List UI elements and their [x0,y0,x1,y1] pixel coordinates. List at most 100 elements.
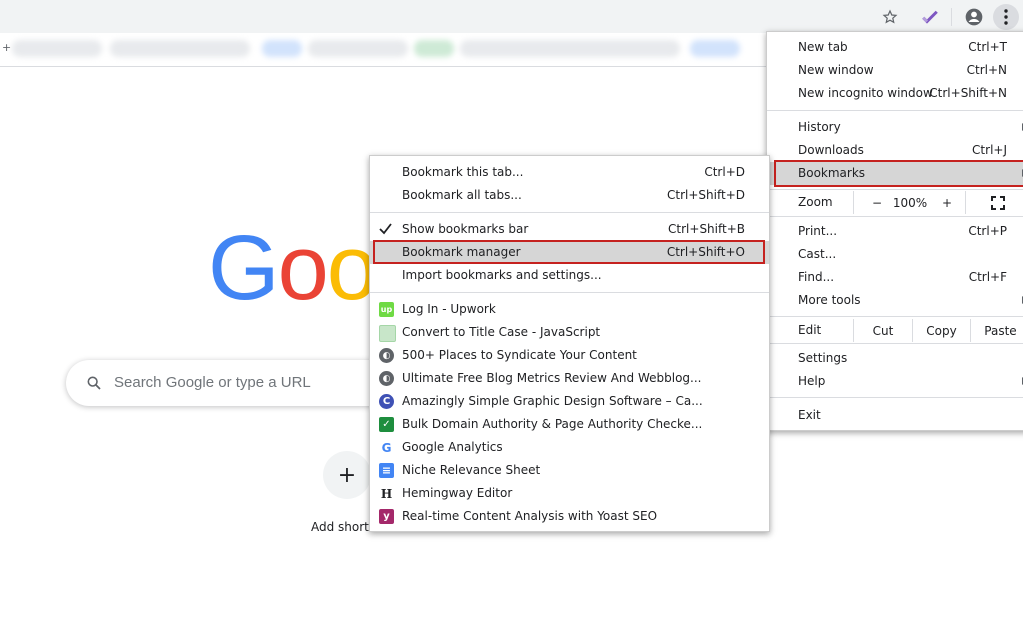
bookmark-item[interactable]: ◐ Ultimate Free Blog Metrics Review And … [370,367,769,390]
bookmarks-bar-edge: + [2,41,12,54]
menu-item-new-window[interactable]: New window Ctrl+N [767,59,1023,82]
menu-item-downloads[interactable]: Downloads Ctrl+J [767,139,1023,162]
menu-item-bookmark-all-tabs[interactable]: Bookmark all tabs... Ctrl+Shift+D [370,184,769,207]
menu-item-shortcut: Ctrl+J [972,143,1007,157]
blurred-bookmark[interactable] [110,40,250,57]
menu-item-label: Cast... [798,247,837,261]
plus-icon: + [337,462,357,488]
bookmark-label: Log In - Upwork [402,302,496,316]
browser-toolbar [0,0,1023,33]
extension-check-icon[interactable] [917,4,943,30]
menu-item-more-tools[interactable]: More tools [767,289,1023,312]
menu-item-shortcut: Ctrl+N [966,63,1007,77]
menu-item-shortcut: Ctrl+P [968,224,1007,238]
menu-item-label: Bookmark all tabs... [402,188,522,202]
chrome-main-menu: New tab Ctrl+T New window Ctrl+N New incog… [766,31,1023,431]
menu-item-settings[interactable]: Settings [767,347,1023,370]
menu-separator [767,189,1023,190]
menu-item-label: Find... [798,270,835,284]
kebab-menu-icon[interactable] [993,4,1019,30]
globe-icon: ◐ [379,371,394,386]
account-circle-icon[interactable] [961,4,987,30]
menu-item-exit[interactable]: Exit [767,404,1023,427]
edit-label: Edit [798,323,822,337]
bookmark-item[interactable]: ≡ Niche Relevance Sheet [370,459,769,482]
blurred-bookmark[interactable] [308,40,408,57]
menu-item-history[interactable]: History [767,116,1023,139]
menu-item-label: Import bookmarks and settings... [402,268,602,282]
menu-separator [370,212,769,213]
bookmark-label: Bulk Domain Authority & Page Authority C… [402,417,703,431]
highlight-box-bookmarks [774,160,1023,187]
menu-row-edit: Edit Cut Copy Paste [767,319,1023,342]
menu-item-label: Exit [798,408,821,422]
sheet-icon: ≡ [379,463,394,478]
menu-item-new-incognito[interactable]: New incognito window Ctrl+Shift+N [767,82,1023,105]
bookmark-label: Niche Relevance Sheet [402,463,541,477]
zoom-in-button[interactable]: + [931,191,963,214]
menu-item-label: History [798,120,841,134]
menu-item-new-tab[interactable]: New tab Ctrl+T [767,36,1023,59]
zoom-minus-icon: − [871,195,883,210]
menu-item-print[interactable]: Print... Ctrl+P [767,220,1023,243]
paste-label: Paste [984,323,1017,338]
menu-separator [767,397,1023,398]
bookmark-item[interactable]: C Amazingly Simple Graphic Design Softwa… [370,390,769,413]
upwork-icon: up [379,302,394,317]
menu-item-show-bookmarks-bar[interactable]: Show bookmarks bar Ctrl+Shift+B [370,218,769,241]
zoom-level: 100% [889,191,931,214]
blurred-bookmark[interactable] [414,40,454,57]
bookmark-item[interactable]: ✓ Bulk Domain Authority & Page Authority… [370,413,769,436]
star-icon[interactable] [877,4,903,30]
menu-item-bookmark-tab[interactable]: Bookmark this tab... Ctrl+D [370,161,769,184]
bookmark-item[interactable]: y Real-time Content Analysis with Yoast … [370,505,769,528]
menu-item-shortcut: Ctrl+F [968,270,1007,284]
menu-item-shortcut: Ctrl+Shift+N [929,86,1007,100]
blurred-bookmark[interactable] [12,40,102,57]
menu-separator [767,110,1023,111]
menu-item-label: New incognito window [798,86,933,100]
bookmark-label: Amazingly Simple Graphic Design Software… [402,394,703,408]
bookmark-label: Real-time Content Analysis with Yoast SE… [402,509,658,523]
menu-item-shortcut: Ctrl+Shift+D [667,188,745,202]
bookmark-item[interactable]: ◐ 500+ Places to Syndicate Your Content [370,344,769,367]
toolbar-divider [951,8,952,26]
bookmark-label: Convert to Title Case - JavaScript [402,325,601,339]
bookmark-item[interactable]: up Log In - Upwork [370,298,769,321]
add-shortcut-button[interactable]: + [323,451,371,499]
paste-button[interactable]: Paste [970,319,1023,342]
yoast-icon: y [379,509,394,524]
menu-item-label: Bookmark this tab... [402,165,524,179]
menu-item-label: Show bookmarks bar [402,222,529,236]
zoom-label: Zoom [798,195,833,209]
copy-label: Copy [926,323,957,338]
bookmark-item[interactable]: G Google Analytics [370,436,769,459]
page-icon [379,325,396,342]
menu-separator [767,316,1023,317]
menu-item-find[interactable]: Find... Ctrl+F [767,266,1023,289]
blurred-bookmark[interactable] [460,40,680,57]
bookmarks-submenu: Bookmark this tab... Ctrl+D Bookmark all … [369,155,770,532]
fullscreen-icon [991,195,1005,210]
add-shortcut-label: Add shortc [311,520,376,534]
menu-item-cast[interactable]: Cast... [767,243,1023,266]
menu-item-help[interactable]: Help [767,370,1023,393]
menu-item-label: New tab [798,40,848,54]
blurred-bookmark[interactable] [262,40,302,57]
menu-item-label: New window [798,63,874,77]
check-icon: ✓ [379,417,394,432]
menu-item-label: More tools [798,293,861,307]
checkmark-icon [379,223,392,235]
copy-button[interactable]: Copy [912,319,970,342]
hemingway-icon: H [379,486,394,501]
bookmark-item[interactable]: Convert to Title Case - JavaScript [370,321,769,344]
blurred-bookmark[interactable] [690,40,740,57]
menu-separator [767,216,1023,217]
google-logo: Goo [208,217,378,319]
cut-button[interactable]: Cut [853,319,912,342]
bookmark-item[interactable]: H Hemingway Editor [370,482,769,505]
menu-item-label: Downloads [798,143,864,157]
globe-icon: ◐ [379,348,394,363]
menu-item-import-bookmarks[interactable]: Import bookmarks and settings... [370,264,769,287]
fullscreen-button[interactable] [965,191,1023,214]
